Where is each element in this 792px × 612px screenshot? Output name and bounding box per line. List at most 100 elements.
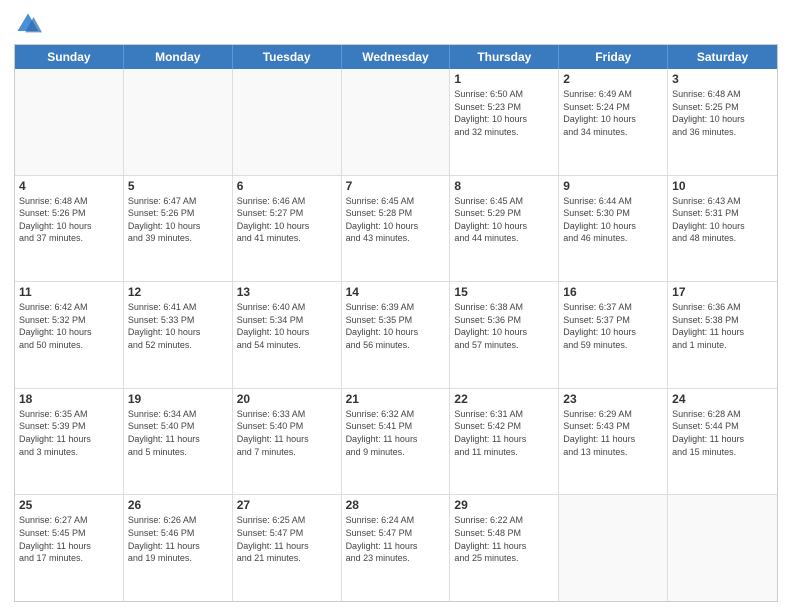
day-number: 3 bbox=[672, 72, 773, 86]
day-number: 9 bbox=[563, 179, 663, 193]
day-info: Sunrise: 6:43 AM Sunset: 5:31 PM Dayligh… bbox=[672, 195, 773, 245]
calendar-row-0: 1 Sunrise: 6:50 AM Sunset: 5:23 PM Daylig… bbox=[15, 69, 777, 175]
day-number: 13 bbox=[237, 285, 337, 299]
empty-cell bbox=[15, 69, 124, 175]
day-info: Sunrise: 6:35 AM Sunset: 5:39 PM Dayligh… bbox=[19, 408, 119, 458]
day-number: 11 bbox=[19, 285, 119, 299]
calendar-row-1: 4Sunrise: 6:48 AM Sunset: 5:26 PM Daylig… bbox=[15, 175, 777, 282]
day-info: Sunrise: 6:32 AM Sunset: 5:41 PM Dayligh… bbox=[346, 408, 446, 458]
day-info: Sunrise: 6:28 AM Sunset: 5:44 PM Dayligh… bbox=[672, 408, 773, 458]
day-info: Sunrise: 6:38 AM Sunset: 5:36 PM Dayligh… bbox=[454, 301, 554, 351]
calendar-row-2: 11 Sunrise: 6:42 AM Sunset: 5:32 PM Dayli… bbox=[15, 281, 777, 388]
day-info: Sunrise: 6:48 AM Sunset: 5:25 PM Dayligh… bbox=[672, 88, 773, 138]
day-cell-11: 11 Sunrise: 6:42 AM Sunset: 5:32 PM Dayli… bbox=[15, 282, 124, 388]
day-number: 28 bbox=[346, 498, 446, 512]
day-info: Sunrise: 6:39 AM Sunset: 5:35 PM Dayligh… bbox=[346, 301, 446, 351]
empty-cell bbox=[559, 495, 668, 601]
day-number: 17 bbox=[672, 285, 773, 299]
day-info: Sunrise: 6:36 AM Sunset: 5:38 PM Dayligh… bbox=[672, 301, 773, 351]
day-cell-18: 18 Sunrise: 6:35 AM Sunset: 5:39 PM Dayli… bbox=[15, 389, 124, 495]
day-number: 14 bbox=[346, 285, 446, 299]
day-info: Sunrise: 6:45 AM Sunset: 5:28 PM Dayligh… bbox=[346, 195, 446, 245]
day-number: 4 bbox=[19, 179, 119, 193]
day-cell-10: 10 Sunrise: 6:43 AM Sunset: 5:31 PM Dayli… bbox=[668, 176, 777, 282]
day-number: 18 bbox=[19, 392, 119, 406]
day-info: Sunrise: 6:37 AM Sunset: 5:37 PM Dayligh… bbox=[563, 301, 663, 351]
day-cell-20: 20 Sunrise: 6:33 AM Sunset: 5:40 PM Dayli… bbox=[233, 389, 342, 495]
day-cell-6: 6Sunrise: 6:46 AM Sunset: 5:27 PM Daylig… bbox=[233, 176, 342, 282]
day-info: Sunrise: 6:34 AM Sunset: 5:40 PM Dayligh… bbox=[128, 408, 228, 458]
day-cell-7: 7 Sunrise: 6:45 AM Sunset: 5:28 PM Daylig… bbox=[342, 176, 451, 282]
day-number: 23 bbox=[563, 392, 663, 406]
calendar-row-4: 25 Sunrise: 6:27 AM Sunset: 5:45 PM Dayli… bbox=[15, 494, 777, 601]
day-info: Sunrise: 6:31 AM Sunset: 5:42 PM Dayligh… bbox=[454, 408, 554, 458]
day-cell-29: 29 Sunrise: 6:22 AM Sunset: 5:48 PM Dayli… bbox=[450, 495, 559, 601]
day-number: 24 bbox=[672, 392, 773, 406]
day-cell-9: 9 Sunrise: 6:44 AM Sunset: 5:30 PM Daylig… bbox=[559, 176, 668, 282]
day-info: Sunrise: 6:50 AM Sunset: 5:23 PM Dayligh… bbox=[454, 88, 554, 138]
day-info: Sunrise: 6:25 AM Sunset: 5:47 PM Dayligh… bbox=[237, 514, 337, 564]
day-info: Sunrise: 6:49 AM Sunset: 5:24 PM Dayligh… bbox=[563, 88, 663, 138]
header-day-monday: Monday bbox=[124, 45, 233, 69]
day-cell-15: 15 Sunrise: 6:38 AM Sunset: 5:36 PM Dayli… bbox=[450, 282, 559, 388]
day-cell-28: 28 Sunrise: 6:24 AM Sunset: 5:47 PM Dayli… bbox=[342, 495, 451, 601]
day-cell-17: 17 Sunrise: 6:36 AM Sunset: 5:38 PM Dayli… bbox=[668, 282, 777, 388]
day-cell-2: 2 Sunrise: 6:49 AM Sunset: 5:24 PM Daylig… bbox=[559, 69, 668, 175]
day-number: 21 bbox=[346, 392, 446, 406]
day-number: 15 bbox=[454, 285, 554, 299]
day-info: Sunrise: 6:45 AM Sunset: 5:29 PM Dayligh… bbox=[454, 195, 554, 245]
header-day-friday: Friday bbox=[559, 45, 668, 69]
day-info: Sunrise: 6:24 AM Sunset: 5:47 PM Dayligh… bbox=[346, 514, 446, 564]
empty-cell bbox=[233, 69, 342, 175]
day-number: 10 bbox=[672, 179, 773, 193]
logo-icon bbox=[14, 10, 42, 38]
day-number: 29 bbox=[454, 498, 554, 512]
day-info: Sunrise: 6:33 AM Sunset: 5:40 PM Dayligh… bbox=[237, 408, 337, 458]
day-cell-1: 1 Sunrise: 6:50 AM Sunset: 5:23 PM Daylig… bbox=[450, 69, 559, 175]
logo bbox=[14, 10, 46, 38]
empty-cell bbox=[668, 495, 777, 601]
day-cell-19: 19Sunrise: 6:34 AM Sunset: 5:40 PM Dayli… bbox=[124, 389, 233, 495]
day-number: 7 bbox=[346, 179, 446, 193]
header-day-wednesday: Wednesday bbox=[342, 45, 451, 69]
day-number: 6 bbox=[237, 179, 337, 193]
day-cell-24: 24 Sunrise: 6:28 AM Sunset: 5:44 PM Dayli… bbox=[668, 389, 777, 495]
header-day-thursday: Thursday bbox=[450, 45, 559, 69]
calendar: SundayMondayTuesdayWednesdayThursdayFrid… bbox=[14, 44, 778, 602]
calendar-body: 1 Sunrise: 6:50 AM Sunset: 5:23 PM Daylig… bbox=[15, 69, 777, 601]
day-cell-27: 27 Sunrise: 6:25 AM Sunset: 5:47 PM Dayli… bbox=[233, 495, 342, 601]
day-info: Sunrise: 6:41 AM Sunset: 5:33 PM Dayligh… bbox=[128, 301, 228, 351]
calendar-header: SundayMondayTuesdayWednesdayThursdayFrid… bbox=[15, 45, 777, 69]
day-number: 8 bbox=[454, 179, 554, 193]
day-cell-26: 26 Sunrise: 6:26 AM Sunset: 5:46 PM Dayli… bbox=[124, 495, 233, 601]
day-number: 1 bbox=[454, 72, 554, 86]
header bbox=[14, 10, 778, 38]
day-info: Sunrise: 6:27 AM Sunset: 5:45 PM Dayligh… bbox=[19, 514, 119, 564]
calendar-row-3: 18 Sunrise: 6:35 AM Sunset: 5:39 PM Dayli… bbox=[15, 388, 777, 495]
day-number: 12 bbox=[128, 285, 228, 299]
page: SundayMondayTuesdayWednesdayThursdayFrid… bbox=[0, 0, 792, 612]
day-cell-21: 21 Sunrise: 6:32 AM Sunset: 5:41 PM Dayli… bbox=[342, 389, 451, 495]
day-cell-5: 5Sunrise: 6:47 AM Sunset: 5:26 PM Daylig… bbox=[124, 176, 233, 282]
day-info: Sunrise: 6:40 AM Sunset: 5:34 PM Dayligh… bbox=[237, 301, 337, 351]
day-info: Sunrise: 6:44 AM Sunset: 5:30 PM Dayligh… bbox=[563, 195, 663, 245]
day-number: 20 bbox=[237, 392, 337, 406]
day-info: Sunrise: 6:22 AM Sunset: 5:48 PM Dayligh… bbox=[454, 514, 554, 564]
day-info: Sunrise: 6:26 AM Sunset: 5:46 PM Dayligh… bbox=[128, 514, 228, 564]
day-cell-16: 16 Sunrise: 6:37 AM Sunset: 5:37 PM Dayli… bbox=[559, 282, 668, 388]
header-day-sunday: Sunday bbox=[15, 45, 124, 69]
day-cell-4: 4Sunrise: 6:48 AM Sunset: 5:26 PM Daylig… bbox=[15, 176, 124, 282]
day-number: 27 bbox=[237, 498, 337, 512]
day-number: 5 bbox=[128, 179, 228, 193]
day-info: Sunrise: 6:42 AM Sunset: 5:32 PM Dayligh… bbox=[19, 301, 119, 351]
day-number: 2 bbox=[563, 72, 663, 86]
day-cell-23: 23 Sunrise: 6:29 AM Sunset: 5:43 PM Dayli… bbox=[559, 389, 668, 495]
header-day-saturday: Saturday bbox=[668, 45, 777, 69]
day-cell-25: 25 Sunrise: 6:27 AM Sunset: 5:45 PM Dayli… bbox=[15, 495, 124, 601]
day-number: 22 bbox=[454, 392, 554, 406]
day-info: Sunrise: 6:29 AM Sunset: 5:43 PM Dayligh… bbox=[563, 408, 663, 458]
day-number: 16 bbox=[563, 285, 663, 299]
day-cell-14: 14 Sunrise: 6:39 AM Sunset: 5:35 PM Dayli… bbox=[342, 282, 451, 388]
day-number: 25 bbox=[19, 498, 119, 512]
day-number: 26 bbox=[128, 498, 228, 512]
